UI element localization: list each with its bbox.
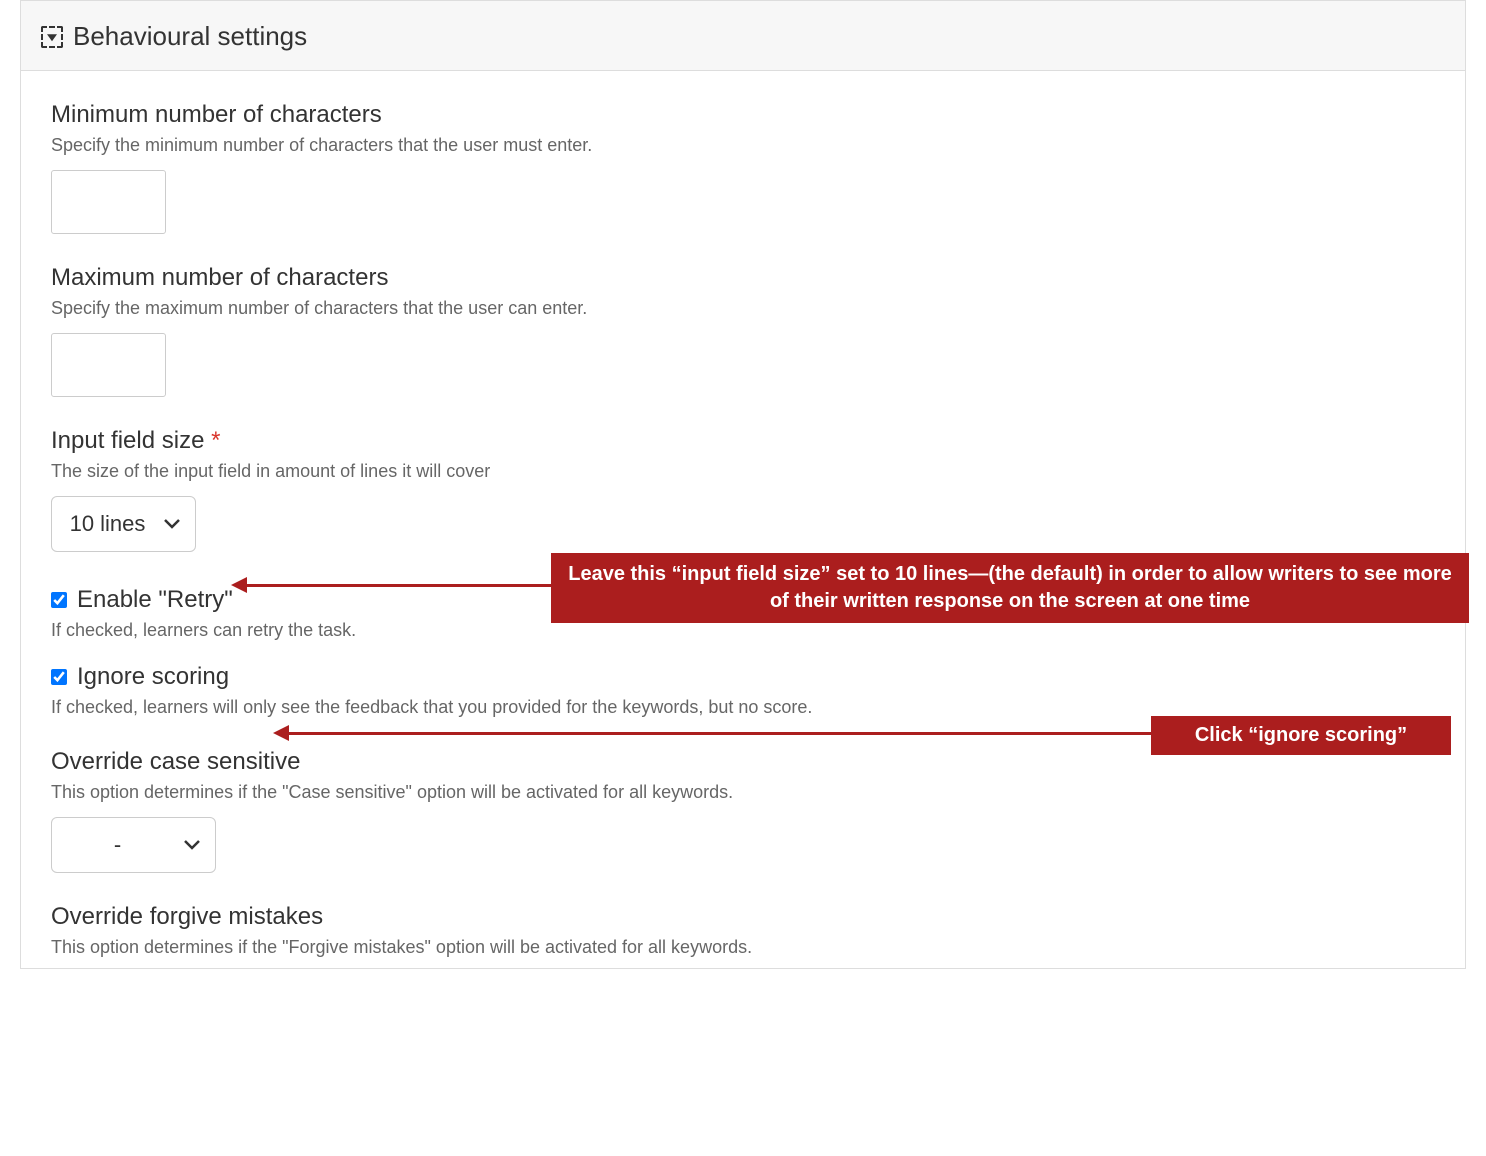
field-max-chars: Maximum number of characters Specify the… bbox=[51, 264, 1435, 397]
behavioural-settings-panel: Behavioural settings Minimum number of c… bbox=[20, 0, 1466, 969]
override-case-select-wrap: - bbox=[51, 817, 216, 873]
ignore-scoring-checkbox[interactable] bbox=[51, 669, 67, 685]
field-desc: Specify the maximum number of characters… bbox=[51, 298, 1435, 319]
field-input-size: Input field size * The size of the input… bbox=[51, 427, 1435, 552]
enable-retry-checkbox[interactable] bbox=[51, 592, 67, 608]
panel-body: Minimum number of characters Specify the… bbox=[21, 71, 1465, 968]
arrow-line bbox=[289, 732, 1151, 735]
field-label: Override forgive mistakes bbox=[51, 903, 1435, 931]
field-desc: The size of the input field in amount of… bbox=[51, 461, 1435, 482]
field-label: Minimum number of characters bbox=[51, 101, 1435, 129]
field-label-text: Input field size bbox=[51, 427, 204, 454]
field-desc: Specify the minimum number of characters… bbox=[51, 135, 1435, 156]
field-override-case: Override case sensitive This option dete… bbox=[51, 748, 1435, 873]
field-label: Maximum number of characters bbox=[51, 264, 1435, 292]
override-case-select[interactable]: - bbox=[51, 817, 216, 873]
field-override-forgive: Override forgive mistakes This option de… bbox=[51, 903, 1435, 958]
input-size-select-wrap: 10 lines bbox=[51, 496, 196, 552]
min-chars-input[interactable] bbox=[51, 170, 166, 234]
field-ignore-scoring: Ignore scoring If checked, learners will… bbox=[51, 663, 1435, 718]
field-label: Input field size * bbox=[51, 427, 1435, 455]
field-desc: If checked, learners will only see the f… bbox=[51, 697, 1435, 718]
collapse-icon bbox=[41, 26, 63, 48]
input-size-select[interactable]: 10 lines bbox=[51, 496, 196, 552]
field-desc: This option determines if the "Case sens… bbox=[51, 782, 1435, 803]
field-min-chars: Minimum number of characters Specify the… bbox=[51, 101, 1435, 234]
checkbox-label[interactable]: Ignore scoring bbox=[77, 663, 229, 691]
field-desc: If checked, learners can retry the task. bbox=[51, 620, 1435, 641]
checkbox-row: Ignore scoring bbox=[51, 663, 1435, 691]
arrow-line bbox=[247, 584, 551, 587]
required-mark: * bbox=[211, 427, 220, 454]
panel-title: Behavioural settings bbox=[73, 21, 307, 52]
field-desc: This option determines if the "Forgive m… bbox=[51, 937, 1435, 958]
arrow-head-icon bbox=[273, 725, 289, 741]
arrow-head-icon bbox=[231, 577, 247, 593]
callout-input-size: Leave this “input field size” set to 10 … bbox=[551, 553, 1469, 623]
max-chars-input[interactable] bbox=[51, 333, 166, 397]
panel-header[interactable]: Behavioural settings bbox=[21, 1, 1465, 71]
checkbox-label[interactable]: Enable "Retry" bbox=[77, 586, 233, 614]
callout-ignore-scoring: Click “ignore scoring” bbox=[1151, 716, 1451, 755]
